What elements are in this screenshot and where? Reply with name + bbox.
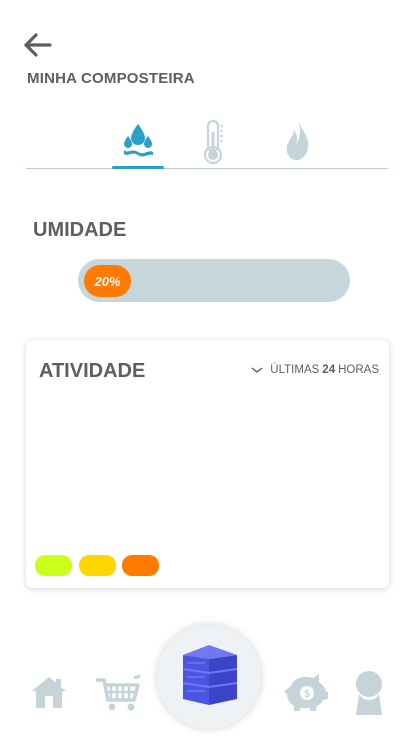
section-title: UMIDADE [33, 219, 127, 241]
legend-pill-green[interactable] [35, 555, 72, 576]
arrow-left-icon [24, 33, 52, 57]
page-title: MINHA COMPOSTEIRA [27, 70, 195, 87]
nav-profile[interactable] [352, 670, 386, 721]
nav-home[interactable] [30, 674, 68, 715]
svg-text:$: $ [304, 689, 310, 700]
water-drop-icon [124, 124, 153, 157]
profile-icon [356, 671, 382, 715]
humidity-value-badge: 20% [84, 265, 131, 297]
nav-savings[interactable]: $ [283, 672, 329, 717]
nav-cart[interactable] [94, 674, 142, 717]
tab-divider [26, 168, 388, 169]
period-number: 24 [322, 364, 336, 376]
nav-compost-bin[interactable] [157, 625, 261, 729]
back-button[interactable] [22, 30, 56, 60]
tab-temperature[interactable] [183, 118, 243, 166]
period-suffix: HORAS [338, 364, 379, 376]
legend-pill-yellow[interactable] [79, 555, 116, 576]
tab-active-indicator [112, 166, 164, 169]
thermometer-icon [203, 119, 223, 165]
compost-bin-icon [182, 645, 238, 705]
chevron-down-icon [251, 367, 263, 373]
period-dropdown[interactable]: ÚLTIMAS 24 HORAS [250, 364, 379, 376]
flame-icon [286, 122, 309, 160]
piggy-bank-icon: $ [284, 674, 328, 711]
tab-humidity[interactable] [108, 118, 168, 166]
home-icon [32, 677, 66, 708]
activity-card: ATIVIDADE ÚLTIMAS 24 HORAS [26, 340, 389, 588]
legend-pill-orange[interactable] [122, 555, 159, 576]
cart-icon [96, 674, 141, 711]
period-prefix: ÚLTIMAS [270, 364, 320, 376]
activity-title: ATIVIDADE [39, 360, 146, 382]
tab-gases[interactable] [268, 118, 328, 166]
